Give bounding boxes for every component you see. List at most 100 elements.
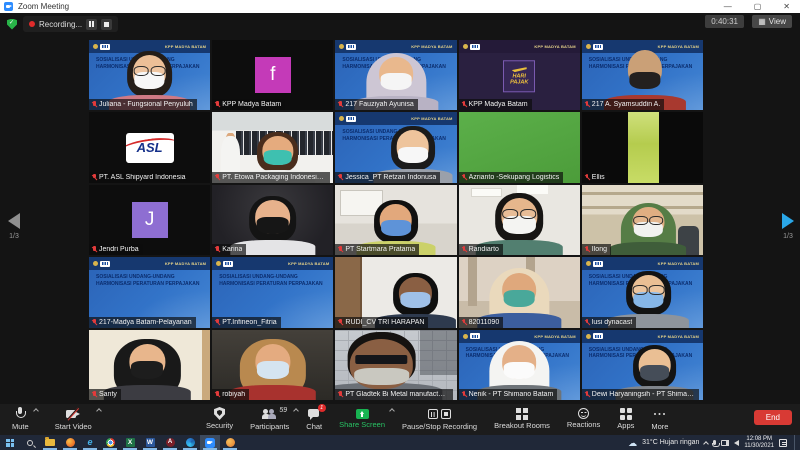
show-desktop-button[interactable] [794,435,797,450]
share-screen-icon [356,409,369,419]
previous-page-button[interactable]: 1/3 [8,213,20,240]
mute-button[interactable]: Mute [10,405,31,432]
taskbar-edge[interactable] [180,435,200,450]
participant-name-badge: robiyah [212,389,249,400]
weather-cloud-icon: ☁ [628,438,637,448]
participant-tile[interactable]: KPP MADYA BATAMSOSIALISASI UNDANG-UNDANG… [459,330,580,400]
share-screen-button[interactable]: Share Screen [337,405,387,430]
weather-text[interactable]: 31°C Hujan ringan [642,439,699,446]
breakout-rooms-button[interactable]: Breakout Rooms [492,405,552,431]
participant-name: Ellis [592,174,605,181]
participant-name: 217 Fauziyah Ayunisa [345,101,413,108]
participant-name: KPP Madya Batam [222,101,281,108]
participant-tile[interactable]: ASLPT. ASL Shipyard Indonesia [89,112,210,182]
minimize-button[interactable]: — [724,0,732,13]
participant-name: Jendri Purba [99,246,139,253]
participant-name: Juliana - Fungsional Penyuluh [99,101,193,108]
taskbar-firefox[interactable] [60,435,80,450]
action-center-icon[interactable] [779,439,787,447]
participant-tile[interactable]: KPP MADYA BATAMSOSIALISASI UNDANG-UNDANG… [212,257,333,327]
kemenkeu-logo [463,44,468,49]
participant-tile[interactable]: PT Startmara Pratama [335,185,456,255]
participant-tile[interactable]: KPP MADYA BATAMSOSIALISASI UNDANG-UNDANG… [89,40,210,110]
participant-tile[interactable]: Randiarto [459,185,580,255]
taskbar-app-a[interactable]: A [160,435,180,450]
taskbar-zoom[interactable] [200,435,220,450]
hidden-icons-caret[interactable] [704,441,710,447]
participant-tile[interactable]: KPP MADYA BATAMSOSIALISASI UNDANG-UNDANG… [582,257,703,327]
banner-title: SOSIALISASI UNDANG-UNDANGHARMONISASI PER… [96,274,207,287]
participant-tile[interactable]: KPP MADYA BATAMHARIPAJAKKPP Madya Batam [459,40,580,110]
chat-button[interactable]: 1 Chat [304,405,324,432]
meeting-toolbar: Mute Start Video Security 59 Participant… [0,404,800,435]
tray-volume-icon[interactable] [734,440,739,446]
windows-taskbar: e X W A ☁ 31°C Hujan ringan 12:08 PM 11/… [0,435,800,450]
view-button[interactable]: ▦ View [752,15,792,28]
close-button[interactable]: ✕ [783,0,790,13]
participant-tile[interactable]: Santy [89,330,210,400]
muted-mic-icon [584,391,590,399]
tray-microphone-icon[interactable] [713,440,716,445]
apps-button[interactable]: Apps [615,405,636,431]
taskbar-clock[interactable]: 12:08 PM 11/30/2021 [744,436,774,449]
participant-tile[interactable]: robiyah [212,330,333,400]
taskbar-chrome[interactable] [100,435,120,450]
start-button[interactable] [0,435,20,450]
taskbar-search-button[interactable] [20,435,40,450]
participant-tile[interactable]: 82011090 [459,257,580,327]
mute-options-caret[interactable] [33,408,39,414]
participants-options-caret[interactable] [293,408,299,414]
participant-name-badge: PT. Etowa Packaging Indonesia - Tri... [212,172,330,183]
participant-name-badge: KPP Madya Batam [459,99,532,110]
muted-mic-icon [91,391,97,399]
kemenkeu-logo [339,116,344,121]
taskbar-pdf-app[interactable] [220,435,240,450]
security-button[interactable]: Security [204,405,235,431]
share-options-caret[interactable] [389,408,395,414]
muted-mic-icon [214,318,220,326]
participant-tile[interactable]: Azrianto -Sekupang Logistics [459,112,580,182]
djp-logo [593,44,603,50]
muted-mic-icon [91,101,97,109]
participant-tile[interactable]: PT. Etowa Packaging Indonesia - Tri... [212,112,333,182]
participant-tile[interactable]: KPP MADYA BATAMSOSIALISASI UNDANG-UNDANG… [335,112,456,182]
participant-name-badge: Randiarto [459,244,503,255]
participant-tile[interactable]: PT Gladtek Bi Metal manufacturing_Me... [335,330,456,400]
participant-tile[interactable]: Ilong [582,185,703,255]
participant-name: Ilong [592,246,607,253]
taskbar-file-explorer[interactable] [40,435,60,450]
start-video-button[interactable]: Start Video [53,405,94,432]
zoom-camera-icon [205,438,215,448]
muted-mic-icon [461,101,467,109]
participants-button[interactable]: 59 Participants [248,405,291,432]
participant-tile[interactable]: KPP MADYA BATAMSOSIALISASI UNDANG-UNDANG… [582,330,703,400]
encryption-shield-icon[interactable] [7,19,17,30]
participant-tile[interactable]: J Jendri Purba [89,185,210,255]
video-options-caret[interactable] [96,408,102,414]
participant-video-person [615,203,683,255]
taskbar-excel[interactable]: X [120,435,140,450]
participant-tile[interactable]: f KPP Madya Batam [212,40,333,110]
reactions-button[interactable]: Reactions [565,405,602,430]
breakout-rooms-icon [516,408,528,420]
participant-tile[interactable]: RUDI_CV TRI HARAPAN [335,257,456,327]
taskbar-internet-explorer[interactable]: e [80,435,100,450]
pause-stop-recording-button[interactable]: Pause/Stop Recording [400,405,479,432]
letter-avatar: J [132,202,168,238]
more-button[interactable]: More [649,405,670,432]
participant-tile[interactable]: KPP MADYA BATAMSOSIALISASI UNDANG-UNDANG… [335,40,456,110]
pause-recording-icon[interactable] [86,19,97,30]
letter-avatar: f [255,57,291,93]
participant-tile[interactable]: Ellis [582,112,703,182]
stop-recording-icon[interactable] [101,19,112,30]
participant-video-person [235,196,310,255]
end-meeting-button[interactable]: End [754,410,792,425]
next-page-button[interactable]: 1/3 [782,213,794,240]
kemenkeu-logo [93,44,98,49]
participant-tile[interactable]: KPP MADYA BATAMSOSIALISASI UNDANG-UNDANG… [582,40,703,110]
maximize-button[interactable]: ▢ [754,0,762,13]
participant-tile[interactable]: KPP MADYA BATAMSOSIALISASI UNDANG-UNDANG… [89,257,210,327]
banner-title: SOSIALISASI UNDANG-UNDANGHARMONISASI PER… [219,274,330,287]
participant-tile[interactable]: Karina [212,185,333,255]
taskbar-word[interactable]: W [140,435,160,450]
